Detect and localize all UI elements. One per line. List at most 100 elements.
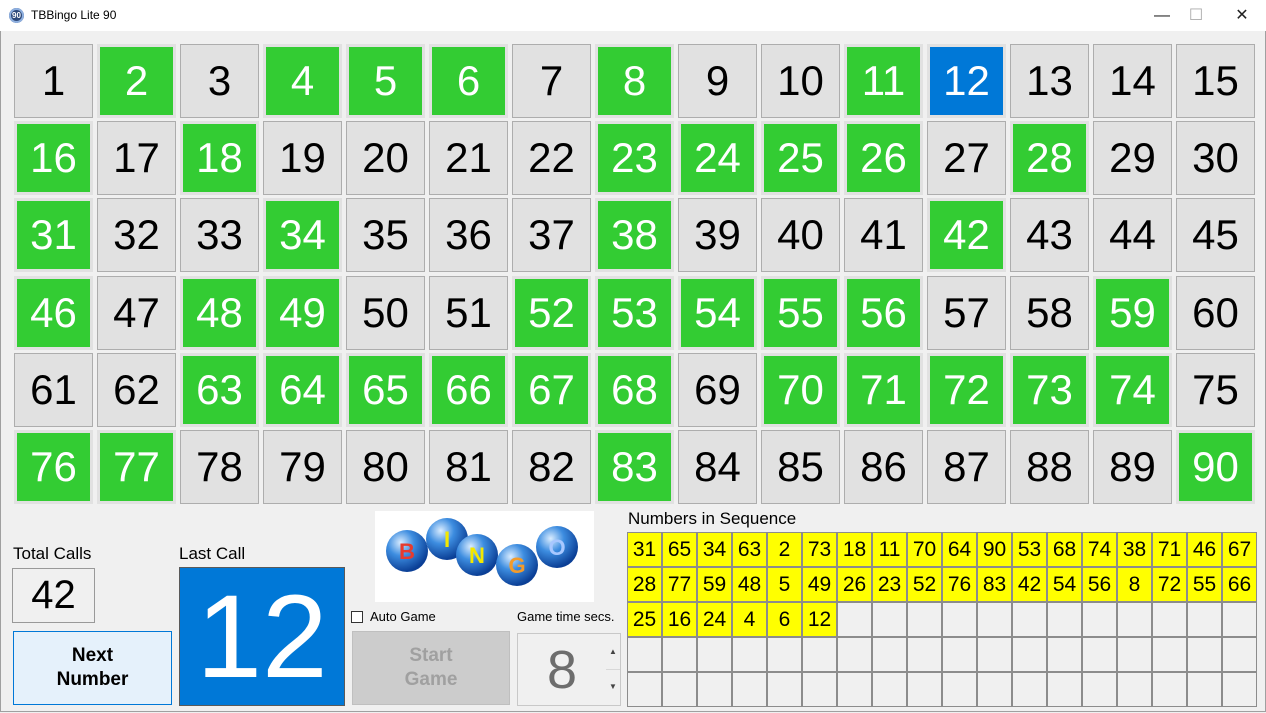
board-number-82: 82 <box>512 430 591 504</box>
sequence-cell <box>1222 602 1257 637</box>
sequence-cell: 49 <box>802 567 837 602</box>
sequence-cell: 12 <box>802 602 837 637</box>
board-number-58: 58 <box>1010 276 1089 350</box>
last-call-display: 12 <box>179 567 345 706</box>
sequence-cell <box>1117 672 1152 707</box>
auto-game-checkbox[interactable] <box>351 611 363 623</box>
maximize-button[interactable]: ☐ <box>1173 0 1219 31</box>
sequence-cell: 53 <box>1012 532 1047 567</box>
board-number-51: 51 <box>429 276 508 350</box>
sequence-cell <box>942 672 977 707</box>
sequence-cell: 28 <box>627 567 662 602</box>
sequence-cell <box>1152 637 1187 672</box>
board-number-48: 48 <box>180 276 259 350</box>
sequence-cell <box>942 637 977 672</box>
board-number-64: 64 <box>263 353 342 427</box>
sequence-cell <box>977 602 1012 637</box>
sequence-cell: 56 <box>1082 567 1117 602</box>
sequence-cell <box>1047 602 1082 637</box>
close-button[interactable]: ✕ <box>1219 0 1265 31</box>
sequence-cell: 66 <box>1222 567 1257 602</box>
board-number-24: 24 <box>678 121 757 195</box>
game-time-spinner[interactable]: 8 ▲ ▼ <box>517 633 621 706</box>
board-number-18: 18 <box>180 121 259 195</box>
sequence-cell: 46 <box>1187 532 1222 567</box>
board-number-37: 37 <box>512 198 591 272</box>
sequence-cell <box>627 637 662 672</box>
sequence-cell <box>767 637 802 672</box>
sequence-cell: 71 <box>1152 532 1187 567</box>
next-number-button[interactable]: Next Number <box>13 631 172 705</box>
sequence-cell: 5 <box>767 567 802 602</box>
sequence-cell <box>627 672 662 707</box>
board-number-10: 10 <box>761 44 840 118</box>
sequence-cell: 23 <box>872 567 907 602</box>
board-number-29: 29 <box>1093 121 1172 195</box>
sequence-cell: 74 <box>1082 532 1117 567</box>
board-number-34: 34 <box>263 198 342 272</box>
board-number-85: 85 <box>761 430 840 504</box>
spinner-up-icon[interactable]: ▲ <box>606 634 620 670</box>
sequence-cell <box>1012 637 1047 672</box>
board-number-56: 56 <box>844 276 923 350</box>
board-number-14: 14 <box>1093 44 1172 118</box>
spinner-down-icon[interactable]: ▼ <box>606 669 620 704</box>
board-number-80: 80 <box>346 430 425 504</box>
sequence-cell: 2 <box>767 532 802 567</box>
sequence-cell <box>1152 602 1187 637</box>
sequence-cell <box>872 602 907 637</box>
sequence-cell <box>1047 672 1082 707</box>
sequence-cell <box>662 637 697 672</box>
sequence-cell: 59 <box>697 567 732 602</box>
bingo-logo: B I N G O <box>375 511 594 602</box>
board-number-54: 54 <box>678 276 757 350</box>
sequence-cell: 65 <box>662 532 697 567</box>
logo-letter: O <box>548 535 565 560</box>
board-number-63: 63 <box>180 353 259 427</box>
sequence-cell <box>1012 602 1047 637</box>
sequence-cell: 34 <box>697 532 732 567</box>
board-number-83: 83 <box>595 430 674 504</box>
board-number-40: 40 <box>761 198 840 272</box>
board-number-71: 71 <box>844 353 923 427</box>
board-number-77: 77 <box>97 430 176 504</box>
start-game-button[interactable]: Start Game <box>352 631 510 705</box>
sequence-cell <box>1117 602 1152 637</box>
board-number-49: 49 <box>263 276 342 350</box>
sequence-cell <box>662 672 697 707</box>
sequence-cell <box>977 672 1012 707</box>
board-number-11: 11 <box>844 44 923 118</box>
sequence-cell <box>1082 672 1117 707</box>
logo-letter: G <box>508 553 525 578</box>
logo-letter: B <box>399 539 415 564</box>
game-time-label: Game time secs. <box>517 609 615 624</box>
sequence-cell <box>907 602 942 637</box>
sequence-cell: 4 <box>732 602 767 637</box>
sequence-cell <box>767 672 802 707</box>
board-number-61: 61 <box>14 353 93 427</box>
board-number-12: 12 <box>927 44 1006 118</box>
game-time-value[interactable]: 8 <box>518 634 606 705</box>
sequence-cell <box>1082 637 1117 672</box>
board-number-27: 27 <box>927 121 1006 195</box>
board-number-87: 87 <box>927 430 1006 504</box>
sequence-cell: 63 <box>732 532 767 567</box>
sequence-cell: 11 <box>872 532 907 567</box>
board-number-81: 81 <box>429 430 508 504</box>
board-number-52: 52 <box>512 276 591 350</box>
sequence-cell <box>872 672 907 707</box>
board-number-45: 45 <box>1176 198 1255 272</box>
board-number-38: 38 <box>595 198 674 272</box>
board-number-36: 36 <box>429 198 508 272</box>
board-number-65: 65 <box>346 353 425 427</box>
sequence-cell: 83 <box>977 567 1012 602</box>
sequence-cell <box>1187 637 1222 672</box>
board-number-79: 79 <box>263 430 342 504</box>
last-call-label: Last Call <box>179 544 246 563</box>
sequence-cell <box>907 672 942 707</box>
board-number-6: 6 <box>429 44 508 118</box>
board-number-41: 41 <box>844 198 923 272</box>
board-number-69: 69 <box>678 353 757 427</box>
sequence-cell: 25 <box>627 602 662 637</box>
board-number-7: 7 <box>512 44 591 118</box>
